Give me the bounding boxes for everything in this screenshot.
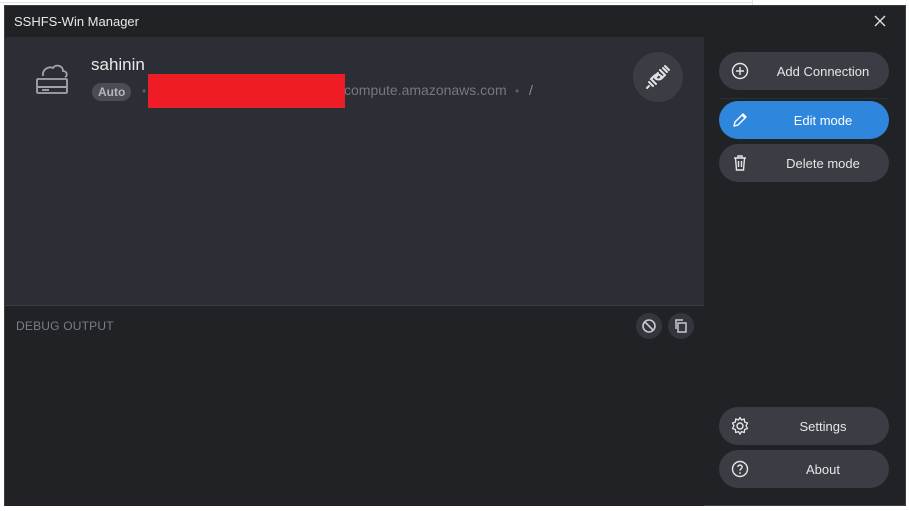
edit-mode-button[interactable]: Edit mode <box>719 101 889 139</box>
delete-mode-label: Delete mode <box>786 156 860 171</box>
separator-dot: • <box>515 84 520 98</box>
clear-debug-button[interactable] <box>636 313 662 339</box>
connection-name: sahinin <box>91 55 145 74</box>
server-icon <box>33 59 73 99</box>
app-window: SSHFS-Win Manager sahinin Auto • compute… <box>5 6 905 506</box>
delete-mode-button[interactable]: Delete mode <box>719 144 889 182</box>
debug-output-label: DEBUG OUTPUT <box>16 319 114 333</box>
separator-dot: • <box>142 84 147 98</box>
close-icon[interactable] <box>871 12 889 30</box>
bg-divider <box>0 2 752 3</box>
add-connection-label: Add Connection <box>776 64 870 79</box>
plus-circle-icon <box>730 61 750 81</box>
connections-panel: sahinin Auto • compute.amazonaws.com • / <box>5 37 704 506</box>
connection-item[interactable]: sahinin Auto • compute.amazonaws.com • / <box>5 37 704 117</box>
add-connection-button[interactable]: Add Connection <box>719 52 889 90</box>
pencil-icon <box>730 110 750 130</box>
debug-output-panel: DEBUG OUTPUT <box>5 305 704 506</box>
disconnect-button[interactable] <box>633 52 683 102</box>
trash-icon <box>730 153 750 173</box>
title-bar: SSHFS-Win Manager <box>5 6 905 37</box>
connection-host: compute.amazonaws.com <box>344 82 507 98</box>
copy-icon <box>675 319 687 333</box>
window-title: SSHFS-Win Manager <box>14 14 139 29</box>
connection-path: / <box>529 82 533 98</box>
copy-debug-button[interactable] <box>668 313 694 339</box>
about-label: About <box>806 462 840 477</box>
clear-icon <box>642 319 656 333</box>
settings-button[interactable]: Settings <box>719 407 889 445</box>
plug-disconnect-icon <box>646 65 670 89</box>
edit-mode-label: Edit mode <box>793 113 853 128</box>
gear-icon <box>730 416 750 436</box>
redacted-hostname <box>148 74 345 108</box>
question-circle-icon <box>730 459 750 479</box>
settings-label: Settings <box>799 419 847 434</box>
sidebar-divider <box>719 98 889 99</box>
about-button[interactable]: About <box>719 450 889 488</box>
sidebar: Add Connection Edit mode Delete mode Set… <box>704 37 905 505</box>
mode-badge: Auto <box>92 83 132 101</box>
